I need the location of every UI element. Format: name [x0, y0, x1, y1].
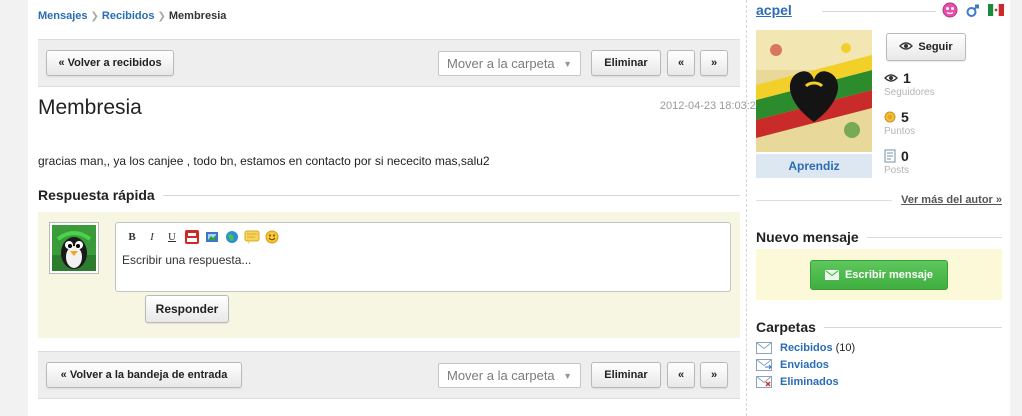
envelope-icon — [756, 342, 772, 354]
points-count: 5 — [901, 109, 909, 125]
follow-button[interactable]: Seguir — [886, 33, 966, 61]
user-avatar — [49, 222, 99, 274]
new-message-box: Escribir mensaje — [756, 249, 1002, 300]
folder-sent[interactable]: Enviados — [756, 359, 829, 371]
move-folder-select-bottom[interactable]: Mover a la carpeta ▼ — [438, 363, 581, 388]
folder-deleted-label[interactable]: Eliminados — [780, 376, 839, 388]
link-globe-icon[interactable] — [224, 229, 240, 245]
posts-stat: 0 Posts — [884, 148, 909, 176]
deleted-envelope-icon — [756, 376, 772, 388]
message-toolbar-bottom: « Volver a la bandeja de entrada Mover a… — [38, 351, 740, 399]
mexico-flag-icon — [988, 4, 1004, 16]
folder-deleted[interactable]: Eliminados — [756, 376, 839, 388]
envelope-icon — [824, 270, 839, 280]
followers-stat: 1 Seguidores — [884, 70, 935, 98]
reply-submit-button[interactable]: Responder — [145, 295, 229, 323]
divider — [756, 200, 892, 201]
divider — [866, 236, 1002, 238]
follow-button-label: Seguir — [918, 41, 953, 53]
followers-label: Seguidores — [884, 87, 935, 98]
divider — [162, 194, 740, 196]
breadcrumb-mensajes[interactable]: Mensajes — [38, 10, 88, 22]
author-photo-image — [756, 30, 872, 152]
folder-sent-label[interactable]: Enviados — [780, 359, 829, 371]
more-from-author-link[interactable]: Ver más del autor » — [901, 194, 1002, 206]
folder-inbox-label[interactable]: Recibidos — [780, 342, 833, 354]
quote-icon[interactable] — [244, 229, 260, 245]
message-title: Membresia — [38, 96, 142, 119]
new-message-heading-text: Nuevo mensaje — [756, 229, 859, 245]
chevron-right-icon: ❯ — [90, 11, 99, 22]
reply-editor: B I U — [115, 222, 731, 292]
mood-face-icon — [942, 2, 958, 18]
posts-count: 0 — [901, 148, 909, 164]
next-message-bottom-button[interactable]: » — [700, 362, 728, 388]
posts-label: Posts — [884, 165, 910, 176]
reply-textarea[interactable] — [116, 253, 730, 267]
author-name-link[interactable]: acpel — [756, 2, 792, 18]
previous-message-button[interactable]: « — [667, 50, 695, 76]
message-body: gracias man,, ya los canjee , todo bn, e… — [38, 154, 490, 168]
message-toolbar-top: « Volver a recibidos Mover a la carpeta … — [38, 39, 740, 87]
quick-reply-heading: Respuesta rápida — [38, 187, 740, 203]
document-icon — [884, 149, 896, 163]
penguin-avatar-image — [52, 225, 96, 271]
chevron-right-icon: ❯ — [157, 11, 166, 22]
move-folder-select[interactable]: Mover a la carpeta ▼ — [438, 51, 581, 76]
youtube-icon[interactable] — [184, 229, 200, 245]
sidebar: acpel Aprendiz Seguir 1 Seguidores 5 Pun… — [756, 0, 1010, 416]
underline-button[interactable]: U — [164, 229, 180, 245]
page: Mensajes ❯ Recibidos ❯ Membresia « Volver a … — [28, 0, 1010, 416]
editor-toolbar: B I U — [124, 229, 280, 245]
bold-button[interactable]: B — [124, 229, 140, 245]
breadcrumb-recibidos[interactable]: Recibidos — [102, 10, 155, 22]
column-divider — [746, 0, 747, 416]
points-label: Puntos — [884, 126, 916, 137]
divider — [822, 11, 936, 12]
author-photo[interactable] — [756, 30, 872, 152]
back-to-inbox-bottom-button[interactable]: « Volver a la bandeja de entrada — [46, 362, 242, 388]
folder-inbox-count: (10) — [835, 342, 856, 354]
move-folder-select-value: Mover a la carpeta — [447, 56, 555, 71]
image-icon[interactable] — [204, 229, 220, 245]
write-message-label: Escribir mensaje — [844, 269, 934, 281]
delete-bottom-button[interactable]: Eliminar — [591, 362, 661, 388]
breadcrumb-current: Membresia — [168, 10, 227, 22]
divider — [823, 326, 1002, 328]
delete-button[interactable]: Eliminar — [591, 50, 661, 76]
folder-inbox[interactable]: Recibidos (10) — [756, 342, 855, 354]
breadcrumb: Mensajes ❯ Recibidos ❯ Membresia — [38, 10, 226, 22]
sent-envelope-icon — [756, 359, 772, 371]
caret-down-icon: ▼ — [563, 371, 572, 381]
author-rank-badge: Aprendiz — [756, 154, 872, 178]
write-message-button[interactable]: Escribir mensaje — [810, 260, 948, 290]
back-to-inbox-button[interactable]: « Volver a recibidos — [46, 50, 174, 76]
quick-reply-heading-text: Respuesta rápida — [38, 187, 155, 203]
caret-down-icon: ▼ — [563, 59, 572, 69]
male-gender-icon — [966, 4, 979, 17]
emoticon-icon[interactable] — [264, 229, 280, 245]
eye-icon — [884, 74, 898, 82]
folders-heading: Carpetas — [756, 319, 1002, 335]
points-stat: 5 Puntos — [884, 109, 915, 137]
author-badges — [942, 2, 1004, 18]
previous-message-bottom-button[interactable]: « — [667, 362, 695, 388]
move-folder-select-bottom-value: Mover a la carpeta — [447, 368, 555, 383]
message-main: Mensajes ❯ Recibidos ❯ Membresia « Volver a … — [28, 0, 762, 416]
eye-icon — [899, 41, 914, 54]
points-coin-icon — [884, 111, 896, 123]
quick-reply-box: B I U Escribir una respuesta... Responde… — [38, 212, 740, 338]
followers-count: 1 — [903, 70, 911, 86]
new-message-heading: Nuevo mensaje — [756, 229, 1002, 245]
folders-heading-text: Carpetas — [756, 319, 816, 335]
italic-button[interactable]: I — [144, 229, 160, 245]
next-message-button[interactable]: » — [700, 50, 728, 76]
